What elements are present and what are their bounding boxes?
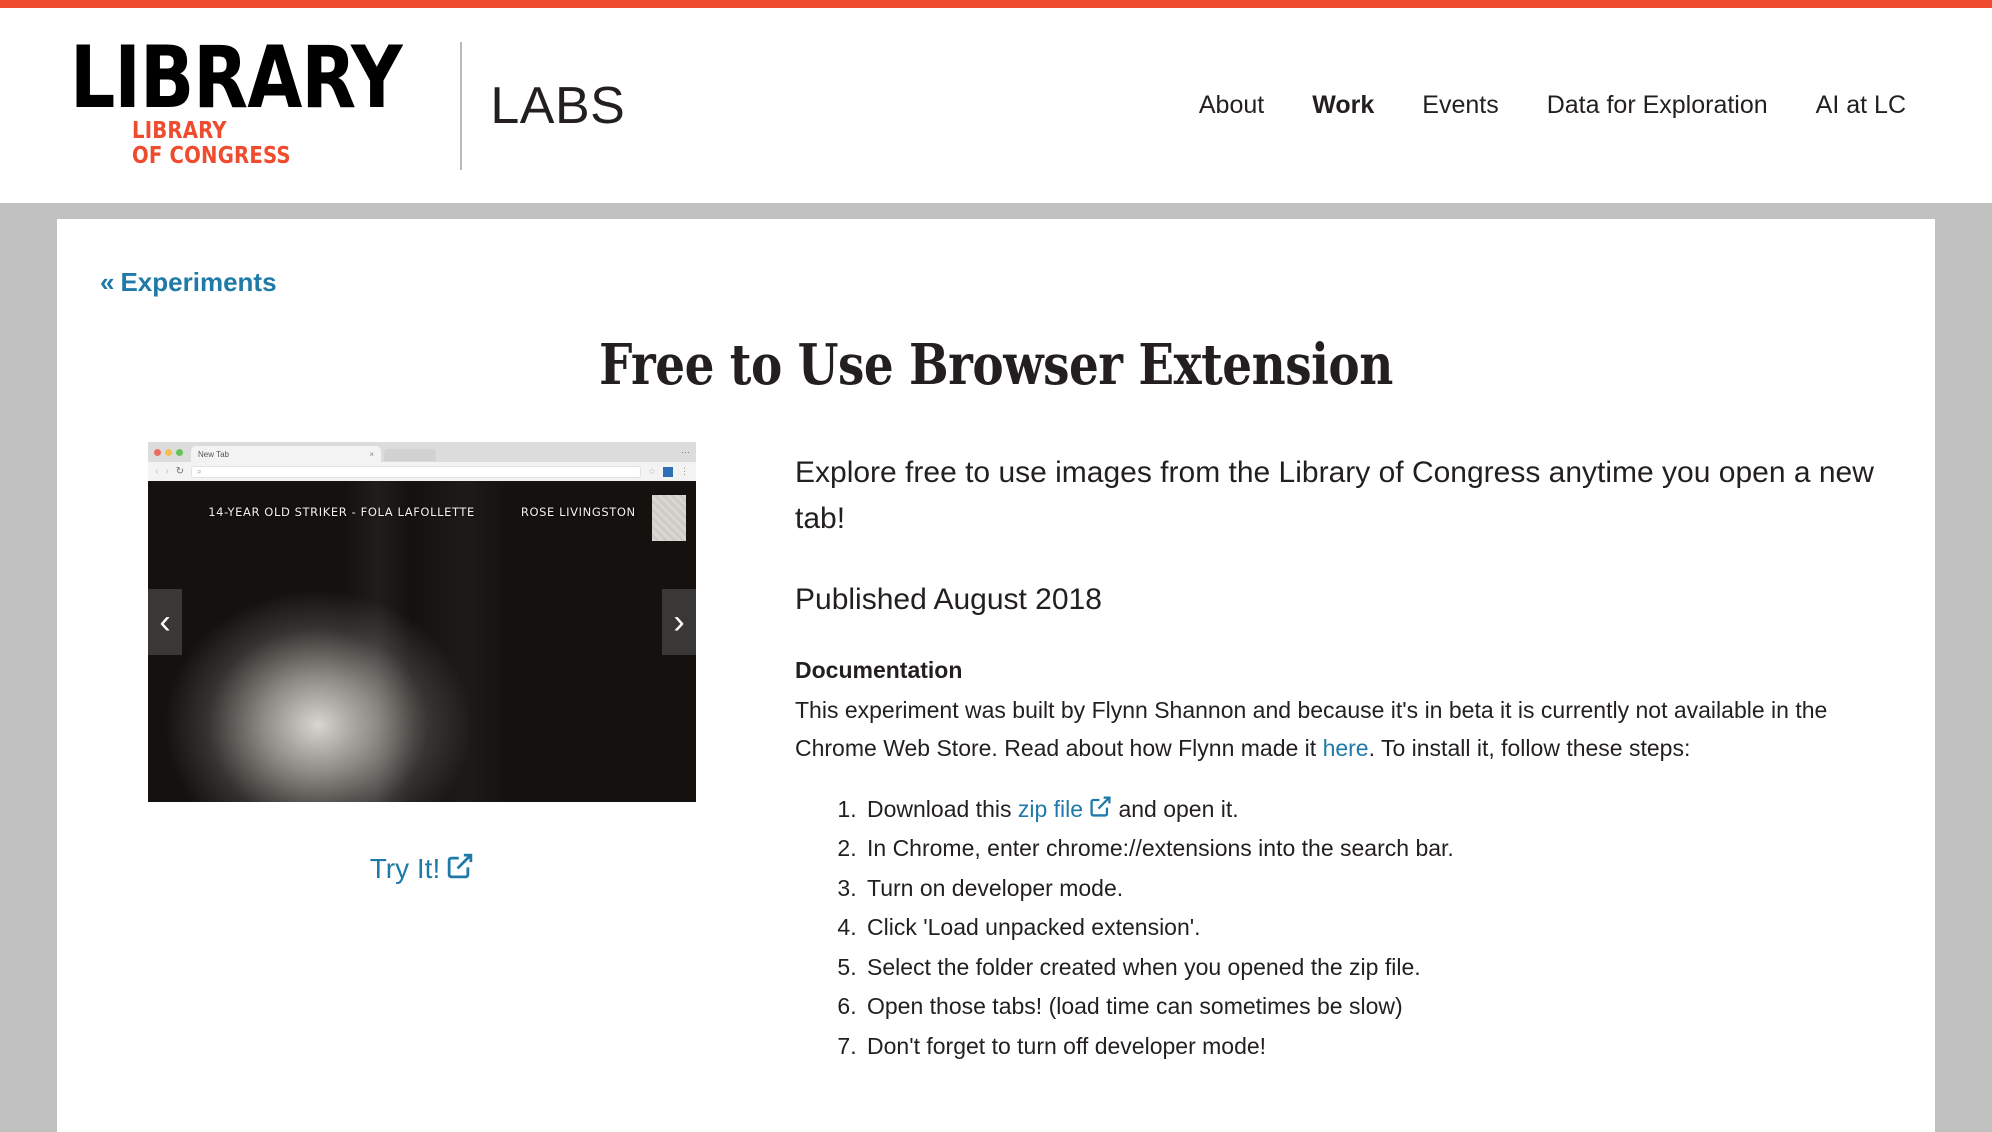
logo-loc-lines: LIBRARY OF CONGRESS xyxy=(132,119,291,168)
breadcrumb: «Experiments xyxy=(57,267,1935,298)
logo-loc-line-1: LIBRARY xyxy=(132,118,227,145)
documentation-heading: Documentation xyxy=(795,657,963,684)
nav-item-events[interactable]: Events xyxy=(1398,85,1522,126)
window-controls xyxy=(154,448,183,456)
logo-loc-line-2: OF CONGRESS xyxy=(132,142,291,169)
browser-reload-icon: ↻ xyxy=(175,466,185,477)
browser-omnibox: ⌕ xyxy=(191,465,641,478)
install-step-5: Select the folder created when you opene… xyxy=(863,948,1881,988)
browser-extension-icon xyxy=(663,466,673,477)
browser-chrome-titlebar: New Tab × ⋯ xyxy=(148,442,696,462)
top-accent-bar xyxy=(0,0,1992,8)
install-steps-list: Download this zip file and open it. In C… xyxy=(795,790,1881,1067)
install-step-2: In Chrome, enter chrome://extensions int… xyxy=(863,829,1881,869)
documentation-text-after-link: . To install it, follow these steps: xyxy=(1368,734,1691,761)
window-minimize-icon xyxy=(165,448,172,456)
step-1-text-before-link: Download this xyxy=(867,795,1018,822)
content-columns: New Tab × ⋯ ‹ › ↻ ⌕ ☆ ⋮ 14-YEAR OLD STRI… xyxy=(57,442,1935,1066)
zip-file-link[interactable]: zip file xyxy=(1018,796,1083,822)
main-navigation: About Work Events Data for Exploration A… xyxy=(1175,85,1930,126)
page-title: Free to Use Browser Extension xyxy=(599,332,1393,398)
lede-paragraph: Explore free to use images from the Libr… xyxy=(795,456,1874,535)
browser-forward-icon: › xyxy=(165,466,169,477)
step-1-text-after-link: and open it. xyxy=(1112,795,1239,822)
carousel-photo: 14-YEAR OLD STRIKER - FOLA LAFOLLETTE RO… xyxy=(148,481,696,802)
browser-new-tab-button xyxy=(384,449,436,461)
photo-caption-right: ROSE LIVINGSTON xyxy=(520,505,636,519)
browser-window-corner-icon: ⋯ xyxy=(681,446,690,457)
browser-bookmark-icon: ☆ xyxy=(647,466,656,476)
nav-item-data-for-exploration[interactable]: Data for Exploration xyxy=(1523,85,1792,126)
carousel-next-button[interactable]: › xyxy=(662,589,696,655)
external-link-icon xyxy=(446,852,474,880)
page-background: «Experiments Free to Use Browser Extensi… xyxy=(0,219,1992,1132)
install-step-4: Click 'Load unpacked extension'. xyxy=(863,908,1881,948)
browser-omnibox-search-icon: ⌕ xyxy=(197,466,202,476)
published-date: Published August 2018 xyxy=(795,583,1102,617)
try-it-label: Try It! xyxy=(369,852,441,884)
image-carousel: New Tab × ⋯ ‹ › ↻ ⌕ ☆ ⋮ 14-YEAR OLD STRI… xyxy=(148,442,696,802)
photo-corner-stamp xyxy=(652,495,686,541)
site-header: LIBRARY LIBRARY OF CONGRESS LABS About W… xyxy=(0,8,1992,203)
window-close-icon xyxy=(154,448,161,456)
browser-back-icon: ‹ xyxy=(155,466,159,477)
external-link-icon xyxy=(1089,795,1112,818)
browser-tab: New Tab × xyxy=(191,446,381,462)
carousel-column: New Tab × ⋯ ‹ › ↻ ⌕ ☆ ⋮ 14-YEAR OLD STRI… xyxy=(121,442,723,1066)
browser-toolbar: ‹ › ↻ ⌕ ☆ ⋮ xyxy=(148,462,696,481)
site-logo[interactable]: LIBRARY LIBRARY OF CONGRESS LABS xyxy=(70,27,626,170)
nav-item-ai-at-lc[interactable]: AI at LC xyxy=(1792,85,1930,126)
description-column: Explore free to use images from the Libr… xyxy=(795,442,1881,1066)
install-step-6: Open those tabs! (load time can sometime… xyxy=(863,987,1881,1027)
documentation-paragraph: This experiment was built by Flynn Shann… xyxy=(795,692,1865,767)
documentation-here-link[interactable]: here xyxy=(1323,735,1369,761)
install-step-1: Download this zip file and open it. xyxy=(863,790,1881,830)
photo-caption: 14-YEAR OLD STRIKER - FOLA LAFOLLETTE RO… xyxy=(148,505,696,519)
content-card: «Experiments Free to Use Browser Extensi… xyxy=(57,219,1935,1132)
try-it-container: Try It! xyxy=(121,852,723,885)
double-chevron-left-icon: « xyxy=(100,267,115,297)
nav-item-work[interactable]: Work xyxy=(1288,85,1398,126)
nav-item-about[interactable]: About xyxy=(1175,85,1288,126)
window-maximize-icon xyxy=(176,448,183,456)
browser-menu-icon: ⋮ xyxy=(680,466,689,476)
photo-caption-left: 14-YEAR OLD STRIKER - FOLA LAFOLLETTE xyxy=(208,505,475,519)
logo-labs-word: LABS xyxy=(490,76,626,135)
try-it-link[interactable]: Try It! xyxy=(370,853,475,884)
photo-overlay xyxy=(148,481,696,802)
logo-library-word: LIBRARY xyxy=(70,27,402,128)
carousel-slide: New Tab × ⋯ ‹ › ↻ ⌕ ☆ ⋮ 14-YEAR OLD STRI… xyxy=(148,442,696,802)
breadcrumb-link-experiments[interactable]: «Experiments xyxy=(100,267,277,297)
breadcrumb-label: Experiments xyxy=(120,267,277,297)
library-of-congress-logo: LIBRARY LIBRARY OF CONGRESS xyxy=(70,27,463,170)
chevron-right-icon: › xyxy=(673,603,685,641)
browser-tab-title: New Tab xyxy=(198,449,229,459)
chevron-left-icon: ‹ xyxy=(159,603,171,641)
install-step-3: Turn on developer mode. xyxy=(863,869,1881,909)
tab-close-icon: × xyxy=(369,449,374,459)
carousel-prev-button[interactable]: ‹ xyxy=(148,589,182,655)
install-step-7: Don't forget to turn off developer mode! xyxy=(863,1027,1881,1067)
